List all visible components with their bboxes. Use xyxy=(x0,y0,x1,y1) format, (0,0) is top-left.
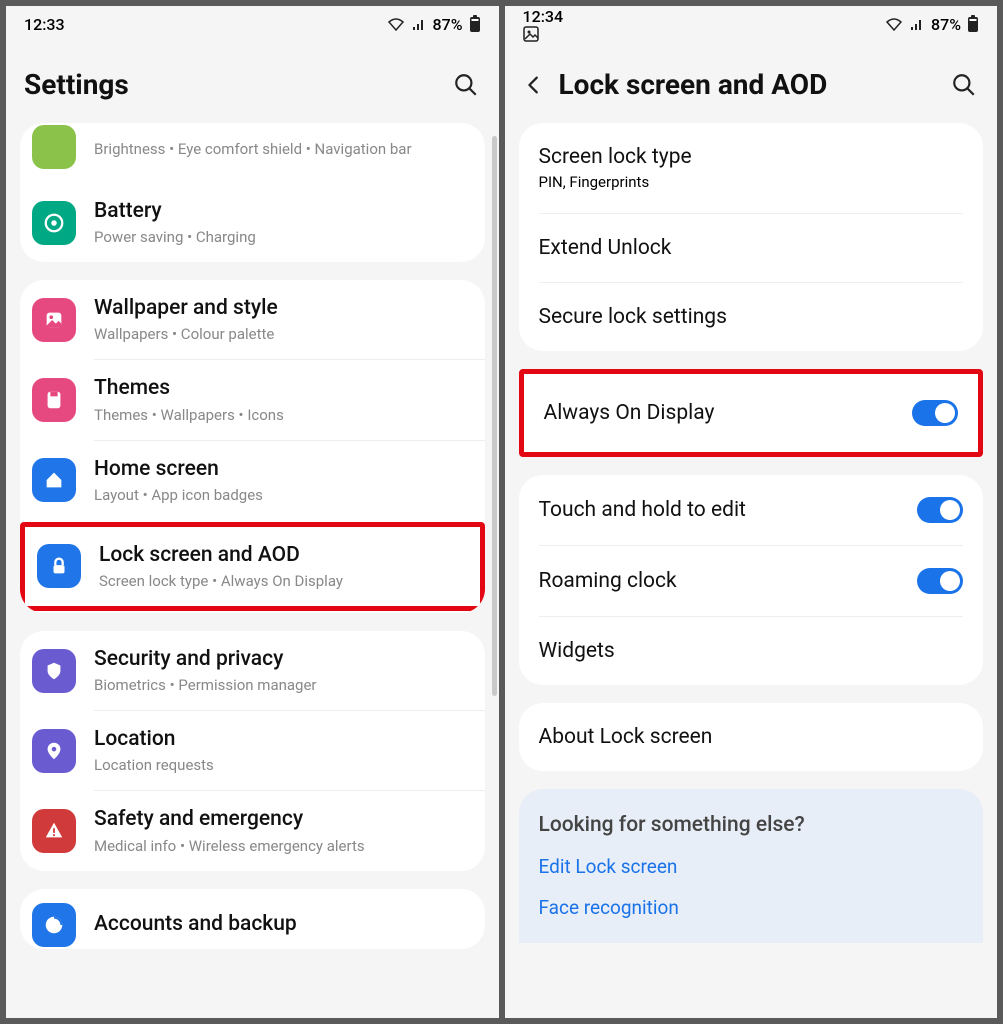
lock-icon xyxy=(37,544,81,588)
settings-item-alert[interactable]: Safety and emergency Medical info • Wirel… xyxy=(20,791,485,870)
search-icon[interactable] xyxy=(951,72,979,98)
item-subtitle: PIN, Fingerprints xyxy=(539,173,964,191)
shield-icon xyxy=(32,649,76,693)
status-time: 12:34 xyxy=(523,7,570,42)
wifi-icon xyxy=(387,17,405,31)
search-icon[interactable] xyxy=(453,72,481,98)
item-title: Battery xyxy=(94,199,467,224)
item-title: Home screen xyxy=(94,457,467,482)
highlight-box: Always On Display xyxy=(519,369,984,457)
setting-touch-and-hold-to-edit[interactable]: Touch and hold to edit xyxy=(519,475,984,545)
item-title: Location xyxy=(94,727,467,752)
home-icon xyxy=(32,458,76,502)
alert-icon xyxy=(32,809,76,853)
setting-always-on-display[interactable]: Always On Display xyxy=(524,378,979,448)
lockscreen-list[interactable]: Screen lock type PIN, Fingerprints Extend … xyxy=(505,123,998,1018)
battery-percent: 87% xyxy=(931,15,961,34)
item-subtitle: Biometrics • Permission manager xyxy=(94,676,467,694)
page-title: Lock screen and AOD xyxy=(559,68,952,101)
status-time: 12:33 xyxy=(24,15,65,34)
image-indicator-icon xyxy=(523,26,570,42)
accounts-icon xyxy=(32,903,76,947)
display-icon xyxy=(32,125,76,169)
item-title: Safety and emergency xyxy=(94,807,467,832)
settings-item-shield[interactable]: Security and privacy Biometrics • Permiss… xyxy=(20,631,485,710)
settings-card: Wallpaper and style Wallpapers • Colour p… xyxy=(20,280,485,613)
looking-for-card: Looking for something else? Edit Lock scr… xyxy=(519,789,984,943)
setting-about-lock-screen[interactable]: About Lock screen xyxy=(519,703,984,771)
setting-extend-unlock[interactable]: Extend Unlock xyxy=(519,214,984,282)
setting-widgets[interactable]: Widgets xyxy=(519,617,984,685)
item-title: Secure lock settings xyxy=(539,305,964,329)
item-subtitle: Location requests xyxy=(94,756,467,774)
item-subtitle: Medical info • Wireless emergency alerts xyxy=(94,837,467,855)
wifi-icon xyxy=(885,17,903,31)
item-title: Widgets xyxy=(539,639,964,663)
page-title: Settings xyxy=(24,68,453,101)
battery-icon xyxy=(967,15,979,33)
settings-card: Touch and hold to edit Roaming clock Widge… xyxy=(519,475,984,685)
toggle-switch[interactable] xyxy=(917,497,963,523)
settings-item-accounts[interactable]: Accounts and backup xyxy=(20,889,485,949)
item-title: Lock screen and AOD xyxy=(99,543,462,568)
toggle-switch[interactable] xyxy=(912,400,958,426)
status-right: 87% xyxy=(387,15,481,34)
item-title: About Lock screen xyxy=(539,725,964,749)
item-title: Accounts and backup xyxy=(94,912,467,937)
settings-item-display[interactable]: Brightness • Eye comfort shield • Naviga… xyxy=(20,123,485,183)
settings-card: Accounts and backup xyxy=(20,889,485,949)
item-subtitle: Themes • Wallpapers • Icons xyxy=(94,406,467,424)
statusbar: 12:34 87% xyxy=(505,6,998,42)
settings-card: About Lock screen xyxy=(519,703,984,771)
battery-percent: 87% xyxy=(433,15,463,34)
signal-icon xyxy=(411,17,427,31)
settings-item-themes[interactable]: Themes Themes • Wallpapers • Icons xyxy=(20,360,485,439)
battery-icon xyxy=(32,201,76,245)
item-title: Security and privacy xyxy=(94,647,467,672)
settings-item-location[interactable]: Location Location requests xyxy=(20,711,485,790)
location-icon xyxy=(32,729,76,773)
item-subtitle: Screen lock type • Always On Display xyxy=(99,572,462,590)
footer-heading: Looking for something else? xyxy=(539,813,964,837)
setting-screen-lock-type[interactable]: Screen lock type PIN, Fingerprints xyxy=(519,123,984,213)
settings-card: Screen lock type PIN, Fingerprints Extend … xyxy=(519,123,984,351)
wallpaper-icon xyxy=(32,298,76,342)
settings-item-home[interactable]: Home screen Layout • App icon badges xyxy=(20,441,485,520)
item-title: Touch and hold to edit xyxy=(539,498,918,522)
settings-card: Security and privacy Biometrics • Permiss… xyxy=(20,631,485,871)
item-title: Themes xyxy=(94,376,467,401)
item-title: Wallpaper and style xyxy=(94,296,467,321)
setting-secure-lock-settings[interactable]: Secure lock settings xyxy=(519,283,984,351)
settings-item-wallpaper[interactable]: Wallpaper and style Wallpapers • Colour p… xyxy=(20,280,485,359)
item-title: Always On Display xyxy=(544,401,913,425)
settings-list[interactable]: Brightness • Eye comfort shield • Naviga… xyxy=(6,123,499,1018)
item-subtitle: Wallpapers • Colour palette xyxy=(94,325,467,343)
titlebar: Lock screen and AOD xyxy=(505,42,998,123)
status-right: 87% xyxy=(885,15,979,34)
themes-icon xyxy=(32,378,76,422)
item-title: Roaming clock xyxy=(539,569,918,593)
item-title: Extend Unlock xyxy=(539,236,964,260)
item-subtitle: Brightness • Eye comfort shield • Naviga… xyxy=(94,140,467,158)
right-phone: 12:34 87% Lock screen and AOD Screen xyxy=(505,6,998,1018)
item-title: Screen lock type xyxy=(539,145,964,169)
left-phone: 12:33 87% Settings Brightness • Eye comf… xyxy=(6,6,499,1018)
back-icon[interactable] xyxy=(523,74,549,96)
settings-item-battery[interactable]: Battery Power saving • Charging xyxy=(20,183,485,262)
toggle-switch[interactable] xyxy=(917,568,963,594)
footer-link[interactable]: Face recognition xyxy=(539,896,964,919)
settings-item-lock[interactable]: Lock screen and AOD Screen lock type • Al… xyxy=(25,527,480,606)
signal-icon xyxy=(909,17,925,31)
scrollbar[interactable] xyxy=(492,136,497,696)
titlebar: Settings xyxy=(6,42,499,123)
footer-link[interactable]: Edit Lock screen xyxy=(539,855,964,878)
battery-icon xyxy=(469,15,481,33)
item-subtitle: Power saving • Charging xyxy=(94,228,467,246)
highlight-box: Lock screen and AOD Screen lock type • Al… xyxy=(20,522,485,611)
setting-roaming-clock[interactable]: Roaming clock xyxy=(519,546,984,616)
item-subtitle: Layout • App icon badges xyxy=(94,486,467,504)
settings-card: Brightness • Eye comfort shield • Naviga… xyxy=(20,123,485,262)
statusbar: 12:33 87% xyxy=(6,6,499,42)
